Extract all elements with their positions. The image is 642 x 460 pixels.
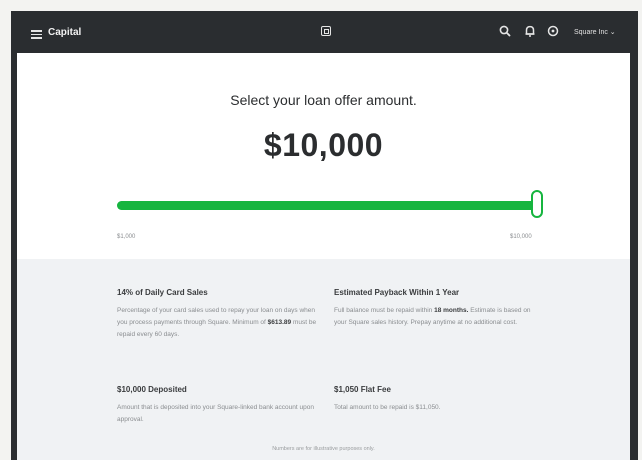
page-title: Select your loan offer amount. (230, 92, 417, 108)
search-icon[interactable] (498, 23, 512, 39)
square-logo-icon[interactable] (321, 26, 331, 36)
daily-sales-title: 14% of Daily Card Sales (117, 288, 208, 297)
amount-slider-track[interactable] (117, 201, 537, 210)
offer-details-panel: 14% of Daily Card Sales Percentage of yo… (17, 259, 630, 460)
minimum-payment-amount: $613.89 (267, 319, 292, 326)
amount-slider-handle[interactable] (531, 190, 543, 218)
payback-term: 18 months. (434, 307, 469, 314)
deposit-title: $10,000 Deposited (117, 385, 187, 394)
payback-description: Full balance must be repaid within 18 mo… (334, 307, 531, 326)
menu-icon[interactable] (31, 30, 42, 39)
fee-title: $1,050 Flat Fee (334, 385, 391, 394)
slider-min-label: $1,000 (117, 234, 136, 240)
payback-card: Estimated Payback Within 1 Year Full bal… (334, 288, 534, 329)
disclaimer-text: Numbers are for illustrative purposes on… (272, 446, 375, 452)
deposit-card: $10,000 Deposited Amount that is deposit… (117, 385, 317, 426)
main-content: Select your loan offer amount. $10,000 $… (17, 53, 630, 460)
app-title: Capital (48, 27, 82, 38)
bell-icon[interactable] (523, 23, 537, 39)
loan-amount: $10,000 (263, 127, 384, 163)
top-nav-bar: Capital Square Inc ⌄ (11, 11, 638, 53)
daily-sales-card: 14% of Daily Card Sales Percentage of yo… (117, 288, 317, 341)
deposit-description: Amount that is deposited into your Squar… (117, 404, 314, 423)
slider-max-label: $10,000 (510, 234, 532, 240)
payback-title: Estimated Payback Within 1 Year (334, 288, 460, 297)
amount-slider-fill (117, 201, 537, 210)
fee-card: $1,050 Flat Fee Total amount to be repai… (334, 385, 534, 414)
help-icon[interactable] (546, 23, 560, 39)
account-menu[interactable]: Square Inc ⌄ (574, 28, 616, 36)
fee-description: Total amount to be repaid is $11,050. (334, 404, 441, 411)
daily-sales-description: Percentage of your card sales used to re… (117, 307, 317, 338)
app-window: Capital Square Inc ⌄ Select your loan of… (11, 11, 638, 460)
